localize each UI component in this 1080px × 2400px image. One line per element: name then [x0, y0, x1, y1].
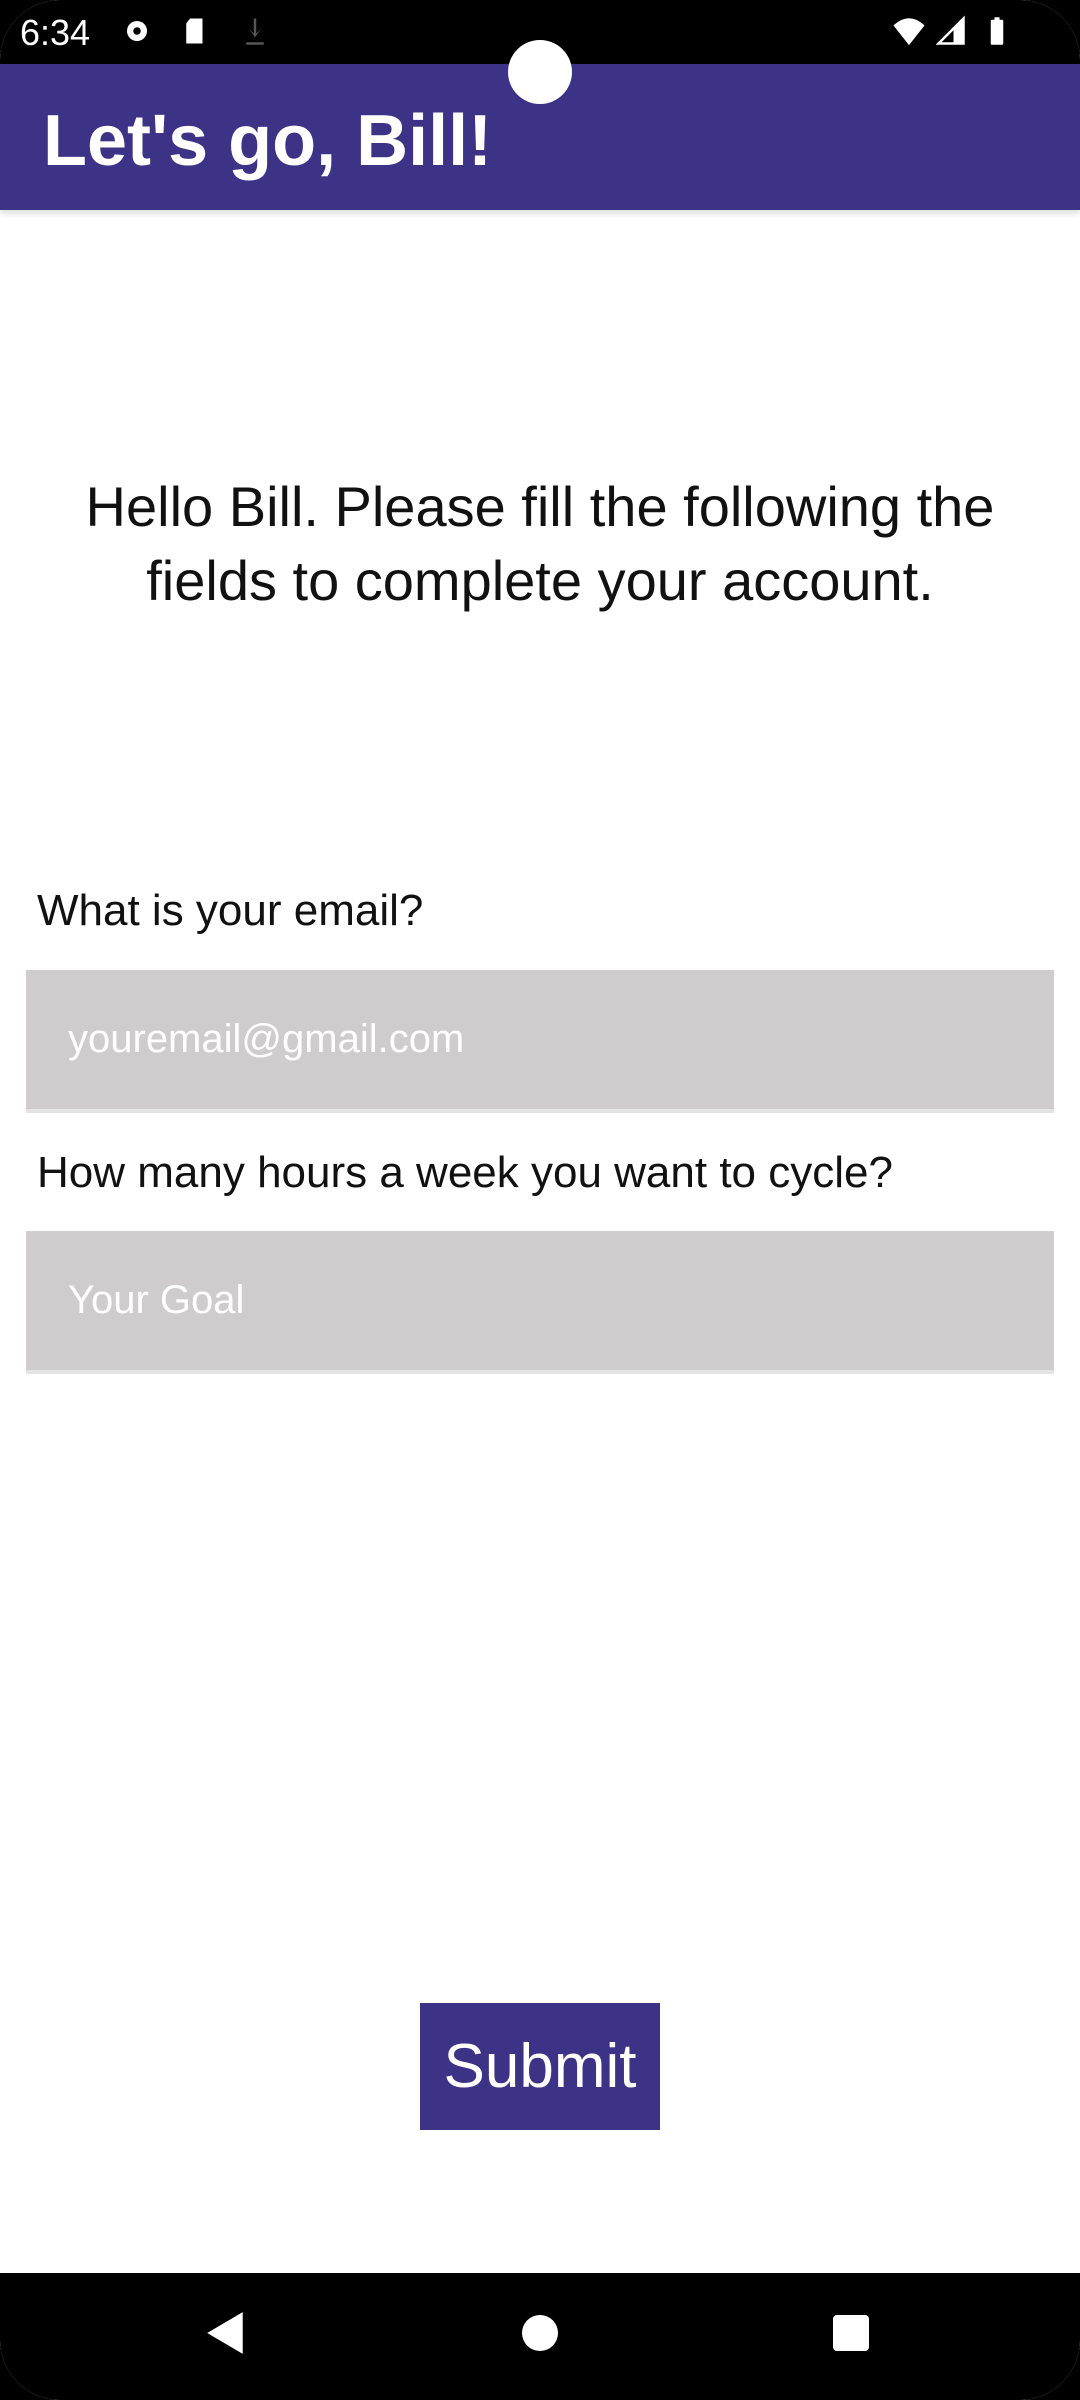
screen: 6:34 Let's go, Bill! Hello Bill. Please …: [0, 0, 1080, 2400]
home-icon[interactable]: [520, 2313, 560, 2353]
goal-field[interactable]: Your Goal: [26, 1231, 1054, 1374]
intro-text: Hello Bill. Please fill the following th…: [85, 475, 995, 612]
goal-label: How many hours a week you want to cycle?: [37, 1148, 893, 1197]
email-label: What is your email?: [37, 886, 424, 935]
wifi-icon: [893, 18, 925, 46]
back-icon[interactable]: [205, 2310, 247, 2356]
battery-icon: [990, 17, 1004, 45]
submit-button[interactable]: Submit: [420, 2003, 660, 2130]
download-icon: [246, 18, 264, 45]
signal-icon: [936, 15, 965, 45]
status-time: 6:34: [20, 12, 91, 53]
sd-card-icon: [186, 18, 203, 44]
app-title: Let's go, Bill!: [43, 101, 493, 181]
email-field[interactable]: youremail@gmail.com: [26, 970, 1054, 1113]
recents-icon[interactable]: [831, 2313, 871, 2353]
settings-icon: [127, 21, 147, 41]
navigation-bar: [0, 2273, 1080, 2400]
camera-cutout: [508, 40, 572, 104]
